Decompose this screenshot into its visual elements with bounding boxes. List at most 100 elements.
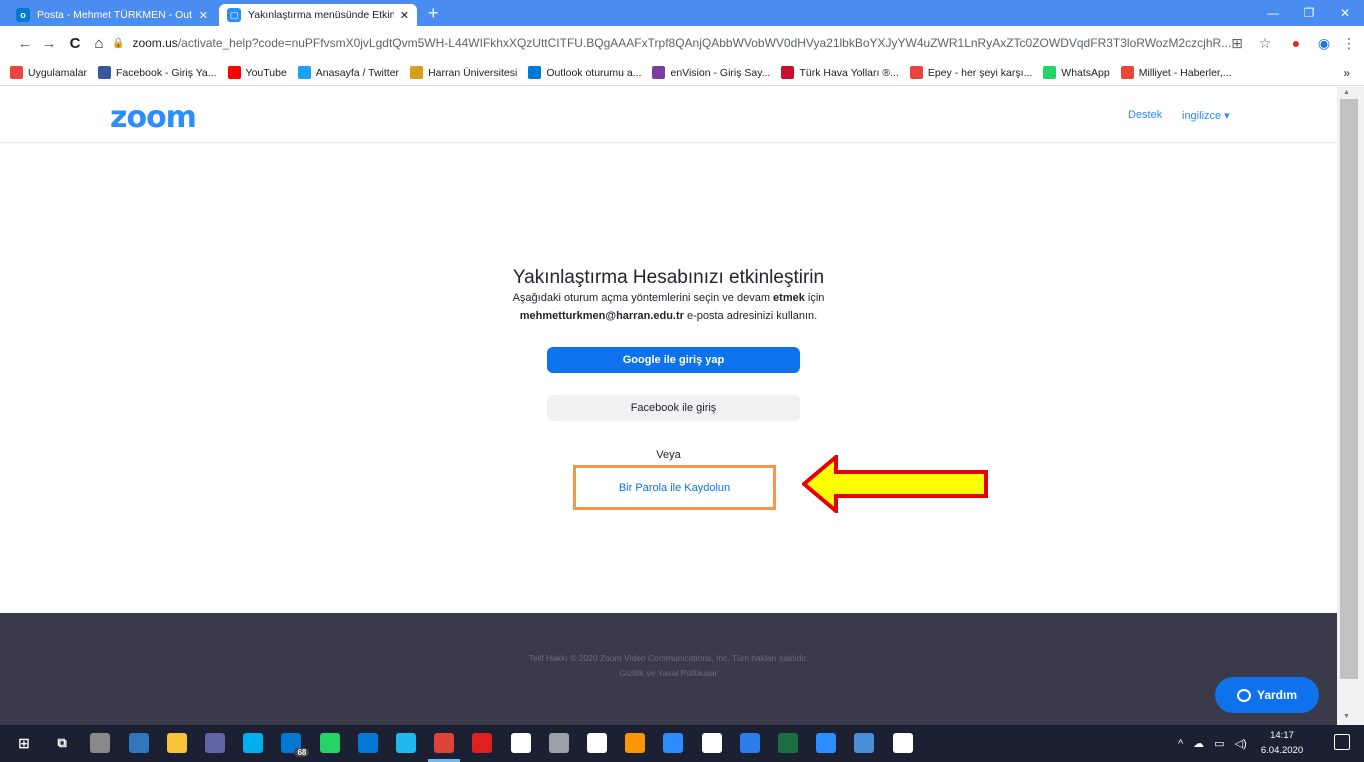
- start-icon[interactable]: ⊞: [14, 733, 34, 753]
- google-signin-button[interactable]: Google ile giriş yap: [547, 347, 800, 373]
- chat-bubble-icon: [1236, 688, 1251, 702]
- address-bar[interactable]: 🔒 zoom.us/activate_help?code=nuPFfvsmX0j…: [112, 30, 1260, 56]
- tab-title: Posta - Mehmet TÜRKMEN - Out: [37, 9, 193, 21]
- bookmark-item[interactable]: Anasayfa / Twitter: [297, 66, 400, 79]
- sketch-icon[interactable]: [739, 733, 760, 753]
- translate-icon[interactable]: ⊞: [1226, 32, 1248, 54]
- scroll-thumb[interactable]: [1340, 99, 1358, 679]
- reload-icon[interactable]: C: [63, 31, 87, 55]
- bookmark-label: Outlook oturumu a...: [546, 66, 642, 79]
- teams-icon[interactable]: [205, 733, 225, 753]
- close-tab-icon[interactable]: ✕: [199, 9, 208, 22]
- bookmark-label: YouTube: [245, 66, 287, 79]
- minimize-icon[interactable]: —: [1255, 0, 1291, 26]
- forward-icon[interactable]: →: [37, 31, 61, 55]
- bookmark-item[interactable]: Türk Hava Yolları ®...: [781, 66, 899, 79]
- or-divider-text: Veya: [656, 449, 681, 461]
- bookmarks-bar: Uygulamalar Facebook - Giriş Ya... YouTube…: [0, 60, 1364, 86]
- home-icon[interactable]: ⌂: [87, 31, 111, 55]
- bookmark-item[interactable]: Harran Üniversitesi: [410, 66, 517, 79]
- bookmark-item[interactable]: Uygulamalar: [10, 66, 87, 79]
- whatsapp-icon[interactable]: [319, 733, 340, 753]
- skype-icon[interactable]: [243, 733, 264, 753]
- acrobat-icon[interactable]: [472, 733, 493, 753]
- profile-avatar-icon[interactable]: ◉: [1313, 32, 1335, 54]
- gallery-icon[interactable]: [892, 733, 913, 753]
- bookmarks-overflow-icon[interactable]: »: [1343, 66, 1350, 80]
- zoom-logo[interactable]: zoom: [110, 100, 197, 135]
- scroll-up-icon[interactable]: ▲: [1343, 89, 1350, 96]
- map-icon[interactable]: [510, 733, 531, 753]
- extension-icon[interactable]: ●: [1285, 32, 1307, 54]
- network-icon[interactable]: ▭: [1214, 737, 1224, 750]
- bookmark-item[interactable]: WhatsApp: [1043, 66, 1110, 79]
- footer-policies-link[interactable]: Gizlilik ve Yasal Politikalar: [0, 668, 1337, 678]
- zoom-header: zoom Destek ingilizce ▾: [0, 87, 1337, 143]
- outlook-icon[interactable]: [357, 733, 378, 753]
- envision-icon: [652, 66, 666, 79]
- browser-titlebar: o Posta - Mehmet TÜRKMEN - Out ✕ ▢ Yakın…: [0, 0, 1364, 26]
- excel-icon[interactable]: [778, 733, 798, 753]
- browser-toolbar: ← → C ⌂ 🔒 zoom.us/activate_help?code=nuP…: [0, 26, 1364, 60]
- page-title: Yakınlaştırma Hesabınızı etkinleştirin: [512, 267, 825, 288]
- language-dropdown[interactable]: ingilizce ▾: [1182, 109, 1230, 122]
- scroll-down-icon[interactable]: ▼: [1343, 713, 1350, 720]
- new-tab-button[interactable]: +: [428, 3, 439, 23]
- epey-icon: [909, 66, 923, 79]
- bookmark-item[interactable]: Outlook oturumu a...: [528, 66, 641, 79]
- edge-icon[interactable]: [128, 733, 149, 753]
- bookmark-item[interactable]: Facebook - Giriş Ya...: [97, 66, 217, 79]
- bookmark-star-icon[interactable]: ☆: [1254, 32, 1276, 54]
- close-tab-icon[interactable]: ✕: [400, 9, 409, 22]
- onedrive-icon[interactable]: ☁: [1193, 737, 1204, 750]
- support-link[interactable]: Destek: [1128, 109, 1162, 121]
- firefox-icon[interactable]: [625, 733, 646, 753]
- zoom-icon[interactable]: [663, 733, 684, 753]
- bookmark-item[interactable]: enVision - Giriş Say...: [652, 66, 770, 79]
- close-window-icon[interactable]: ✕: [1327, 0, 1363, 26]
- task-view-icon[interactable]: ⧉: [52, 733, 72, 753]
- zoom-app-icon[interactable]: [816, 733, 837, 753]
- tab-zoom-activate[interactable]: ▢ Yakınlaştırma menüsünde Etkinle ✕: [219, 4, 417, 26]
- taskbar-clock[interactable]: 14:17 6.04.2020: [1260, 728, 1304, 758]
- photos-icon[interactable]: [854, 733, 875, 753]
- outlook-icon: [528, 66, 542, 79]
- terminal-icon[interactable]: [90, 733, 111, 753]
- help-button[interactable]: Yardım: [1215, 677, 1319, 713]
- volume-icon[interactable]: ◁): [1235, 737, 1247, 750]
- bookmark-item[interactable]: Milliyet - Haberler,...: [1120, 66, 1232, 79]
- bookmark-label: Anasayfa / Twitter: [315, 66, 400, 79]
- mail-icon[interactable]: 68: [281, 733, 310, 757]
- bookmark-label: enVision - Giriş Say...: [670, 66, 771, 79]
- help-button-label: Yardım: [1256, 688, 1298, 702]
- page-description: Aşağıdaki oturum açma yöntemlerini seçin…: [512, 292, 825, 322]
- system-tray: ^ ☁ ▭ ◁): [1178, 725, 1247, 762]
- calculator-icon[interactable]: [587, 733, 607, 753]
- outlook-icon: o: [16, 8, 30, 22]
- file-explorer-icon[interactable]: [166, 733, 187, 753]
- paint-icon[interactable]: [548, 733, 569, 753]
- bookmark-label: Facebook - Giriş Ya...: [115, 66, 217, 79]
- ie-icon[interactable]: [396, 733, 416, 753]
- bookmark-label: Uygulamalar: [28, 66, 87, 79]
- facebook-signin-button[interactable]: Facebook ile giriş: [547, 395, 800, 421]
- bookmark-item[interactable]: YouTube: [227, 66, 287, 79]
- notification-center-icon[interactable]: [1334, 734, 1350, 750]
- chrome-icon[interactable]: [434, 733, 455, 753]
- password-signup-link[interactable]: Bir Parola ile Kaydolun: [619, 482, 730, 494]
- zoom-activate-page: zoom Destek ingilizce ▾ Yakınlaştırma He…: [0, 87, 1337, 725]
- tab-outlook-mail[interactable]: o Posta - Mehmet TÜRKMEN - Out ✕: [8, 4, 216, 26]
- bookmark-item[interactable]: Epey - her şeyi karşı...: [909, 66, 1033, 79]
- notepad-icon[interactable]: [701, 733, 722, 753]
- url-text: zoom.us/activate_help?code=nuPFfvsmX0jvL…: [132, 36, 1232, 50]
- back-icon[interactable]: ←: [13, 31, 37, 55]
- thy-icon: [781, 66, 795, 79]
- milliyet-icon: [1120, 66, 1134, 79]
- zoom-icon: ▢: [227, 8, 241, 22]
- menu-kebab-icon[interactable]: ⋮: [1338, 32, 1360, 54]
- restore-icon[interactable]: ❐: [1291, 0, 1327, 26]
- page-scrollbar[interactable]: ▲ ▼: [1337, 87, 1364, 725]
- windows-taskbar: ^ ☁ ▭ ◁) 14:17 6.04.2020 ⊞ ⧉ 68: [0, 725, 1364, 762]
- tray-overflow-icon[interactable]: ^: [1178, 738, 1183, 750]
- bookmark-label: Epey - her şeyi karşı...: [927, 66, 1033, 79]
